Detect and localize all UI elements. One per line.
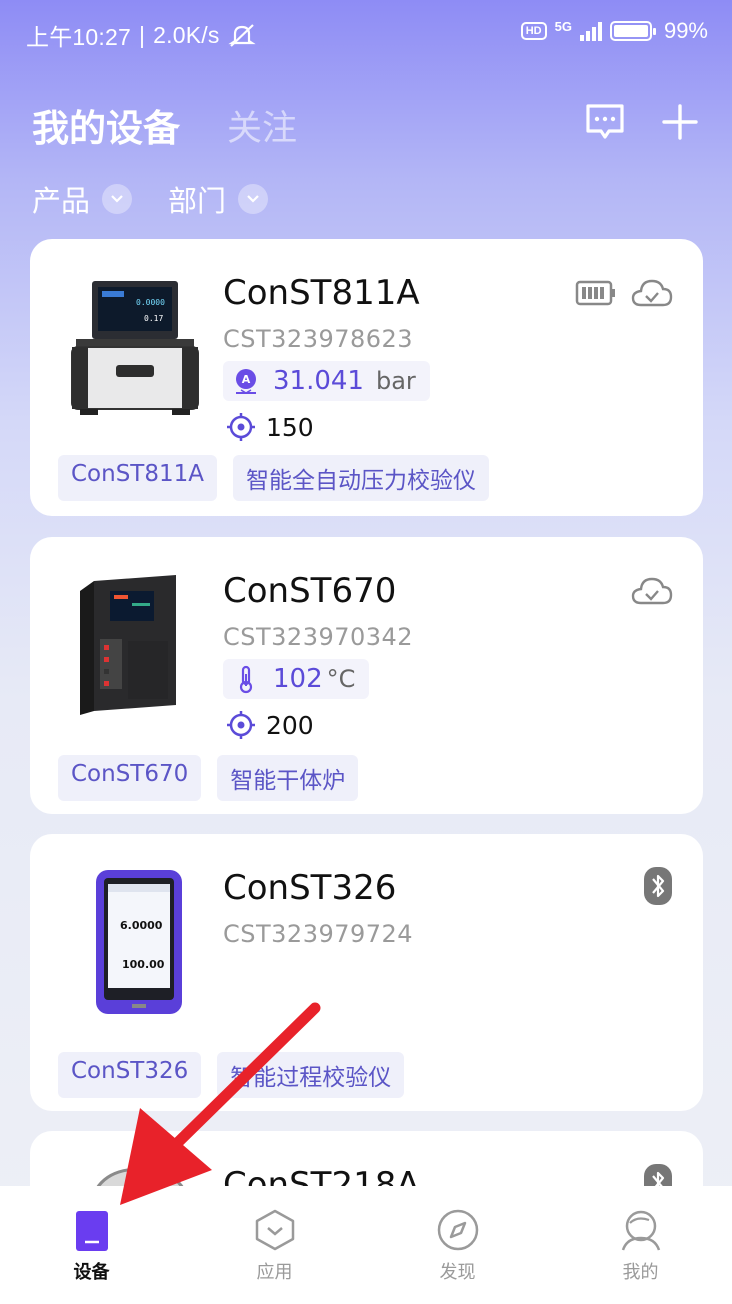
message-icon[interactable] [583, 100, 627, 144]
battery-percent: 99% [663, 18, 708, 43]
status-left: 上午10:27 | 2.0K/s [26, 18, 256, 52]
nav-devices[interactable]: 设备 [0, 1186, 183, 1304]
svg-text:0.0000: 0.0000 [136, 298, 165, 307]
tag-model: ConST670 [58, 755, 202, 801]
filter-product[interactable]: 产品 [32, 178, 133, 220]
device-name: ConST670 [223, 571, 397, 611]
tag-category: 智能过程校验仪 [217, 1052, 405, 1098]
reading-unit: bar [375, 367, 416, 395]
device-card-const811a[interactable]: 0.0000 0.17 ConST811A CST323978623 A 31.… [30, 239, 703, 516]
device-image-const670 [80, 575, 176, 715]
device-card-const670[interactable]: ConST670 CST323970342 102 °C 200 ConST67… [30, 537, 703, 814]
battery-icon [575, 280, 615, 306]
thermometer-icon [239, 665, 253, 694]
device-reading: A 31.041 bar [223, 361, 430, 401]
pressure-icon: A [236, 369, 256, 394]
device-image-const811a: 0.0000 0.17 [71, 281, 199, 415]
target-icon [227, 413, 255, 441]
nav-apps-label: 应用 [256, 1262, 293, 1283]
device-target: 200 [226, 710, 314, 740]
status-right: HD 5G 99% [520, 18, 708, 44]
device-tags: ConST326 智能过程校验仪 [58, 1052, 405, 1098]
nav-me-label: 我的 [622, 1262, 659, 1283]
status-divider: | [138, 21, 146, 48]
target-value: 150 [266, 412, 314, 442]
nav-me[interactable]: 我的 [549, 1186, 732, 1304]
tab-my-devices[interactable]: 我的设备 [32, 98, 180, 152]
status-net-speed: 2.0K/s [153, 21, 220, 48]
filter-bar: 产品 部门 [32, 178, 269, 220]
status-time: 上午10:27 [26, 24, 131, 50]
status-bar: 上午10:27 | 2.0K/s HD 5G 99% [0, 0, 732, 66]
filter-department-label: 部门 [168, 184, 227, 218]
device-status-icons [643, 866, 673, 906]
svg-text:100.00: 100.00 [122, 958, 165, 971]
device-serial: CST323978623 [223, 325, 414, 353]
device-status-icons [575, 277, 673, 309]
nav-devices-label: 设备 [73, 1262, 110, 1283]
device-status-icons [631, 575, 673, 607]
svg-text:6.0000: 6.0000 [120, 919, 163, 932]
reading-value: 102 [273, 664, 323, 694]
tab-follow[interactable]: 关注 [227, 100, 297, 151]
devices-icon [75, 1211, 108, 1251]
device-tags: ConST811A 智能全自动压力校验仪 [58, 455, 489, 501]
device-name: ConST326 [223, 868, 397, 908]
header: 我的设备 关注 [0, 90, 732, 160]
profile-icon [621, 1210, 660, 1251]
target-value: 200 [266, 710, 314, 740]
nav-apps[interactable]: 应用 [183, 1186, 366, 1304]
compass-icon [437, 1209, 478, 1251]
apps-hexagon-icon [255, 1209, 294, 1251]
device-card-const326[interactable]: 6.0000 100.00 ConST326 CST323979724 ConS… [30, 834, 703, 1111]
signal-icon [579, 21, 602, 41]
cloud-check-icon [631, 279, 673, 307]
nav-discover[interactable]: 发现 [366, 1186, 549, 1304]
mute-bell-icon [227, 24, 256, 47]
tag-model: ConST326 [58, 1052, 202, 1098]
svg-text:0.17: 0.17 [144, 314, 163, 323]
battery-icon [609, 21, 656, 41]
device-serial: CST323970342 [223, 623, 414, 651]
reading-value: 31.041 [273, 366, 364, 396]
tag-model: ConST811A [58, 455, 217, 501]
filter-product-label: 产品 [32, 184, 91, 218]
chevron-down-icon [238, 184, 269, 214]
device-name: ConST811A [223, 273, 420, 313]
target-icon [227, 711, 255, 739]
device-serial: CST323979724 [223, 920, 414, 948]
bottom-nav: 设备 应用 发现 我的 [0, 1186, 732, 1304]
bluetooth-icon [644, 867, 672, 905]
tag-category: 智能干体炉 [217, 755, 359, 801]
device-target: 150 [226, 412, 314, 442]
nav-discover-label: 发现 [439, 1262, 476, 1283]
tag-category: 智能全自动压力校验仪 [233, 455, 489, 501]
device-image-const326: 6.0000 100.00 [96, 870, 182, 1014]
network-type: 5G [554, 18, 572, 34]
device-reading: 102 °C [223, 659, 370, 699]
add-icon[interactable] [658, 100, 702, 144]
chevron-down-icon [102, 184, 133, 214]
cloud-check-icon [631, 577, 673, 605]
device-tags: ConST670 智能干体炉 [58, 755, 359, 801]
hd-badge: HD [520, 22, 547, 40]
reading-unit: °C [326, 665, 356, 693]
svg-text:A: A [242, 373, 251, 386]
filter-department[interactable]: 部门 [168, 178, 269, 220]
